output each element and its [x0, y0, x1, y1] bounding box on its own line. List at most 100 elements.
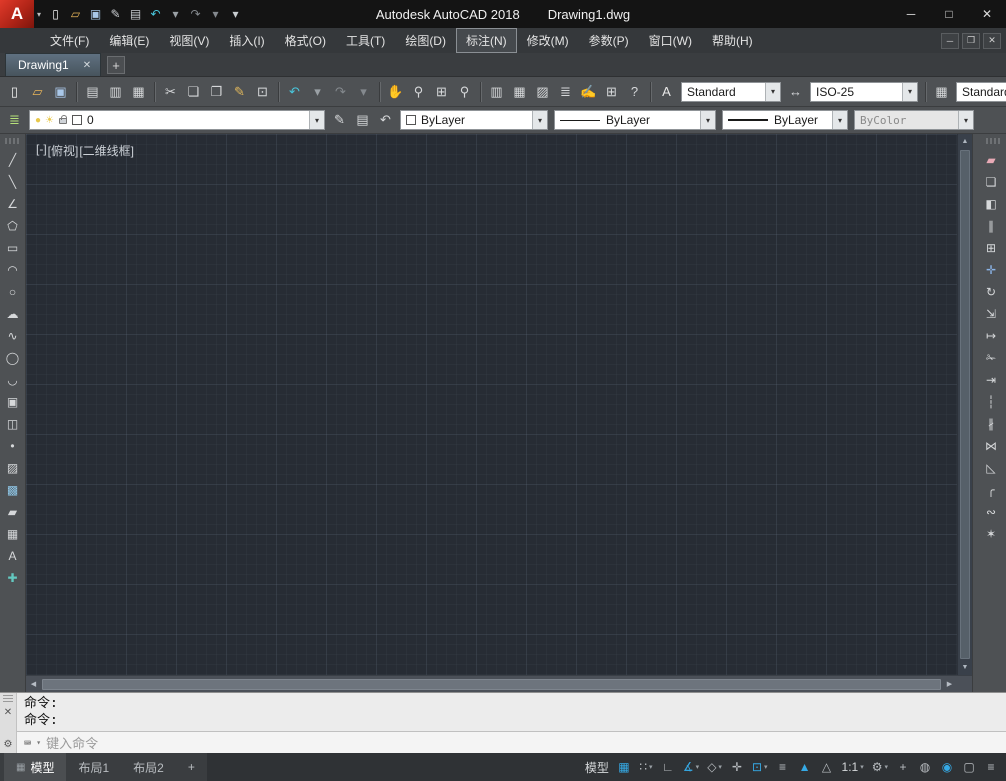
scroll-left-button[interactable]: ◀ [26, 676, 41, 692]
layout1-tab[interactable]: 布局1 [66, 753, 121, 781]
isometric-drafting-button[interactable]: ◇▾ [704, 756, 725, 778]
object-snap-tracking-button[interactable]: ✛ [727, 756, 747, 778]
minimize-button[interactable]: ─ [892, 0, 930, 28]
horizontal-scroll-thumb[interactable] [42, 679, 941, 690]
open-button[interactable]: ▱ [66, 3, 85, 25]
scale-button[interactable]: ⇲ [980, 304, 1002, 324]
plot-button[interactable]: ▤ [126, 3, 145, 25]
zoom-realtime-button[interactable]: ⚲ [407, 80, 430, 104]
scroll-down-button[interactable]: ▼ [958, 660, 972, 675]
menu-view[interactable]: 视图(V) [159, 28, 219, 53]
break-at-point-button[interactable]: ┆ [980, 392, 1002, 412]
maximize-button[interactable]: □ [930, 0, 968, 28]
dim-style-combo[interactable]: ISO-25 ▾ [810, 82, 918, 102]
zoom-previous-button[interactable]: ⚲ [453, 80, 476, 104]
vertical-scrollbar[interactable]: ▲ ▼ [957, 134, 972, 675]
object-snap-button[interactable]: ⊡▾ [749, 756, 771, 778]
horizontal-scrollbar[interactable]: ◀ ▶ [26, 675, 957, 692]
scroll-right-button[interactable]: ▶ [942, 676, 957, 692]
copy-object-button[interactable]: ❏ [980, 172, 1002, 192]
new-layout-button[interactable]: + [176, 753, 207, 781]
make-object-layer-current-button[interactable]: ✎ [328, 108, 351, 132]
break-button[interactable]: ∦ [980, 414, 1002, 434]
text-style-combo[interactable]: Standard ▾ [681, 82, 781, 102]
hatch-button[interactable]: ▨ [2, 458, 24, 478]
menu-parametric[interactable]: 参数(P) [579, 28, 639, 53]
menu-format[interactable]: 格式(O) [275, 28, 336, 53]
polygon-button[interactable]: ⬠ [2, 216, 24, 236]
qat-menu-button[interactable]: ▾ [226, 3, 245, 25]
viewport-view-control[interactable]: [俯视] [48, 142, 79, 159]
rotate-button[interactable]: ↻ [980, 282, 1002, 302]
copy-button[interactable]: ❏ [182, 80, 205, 104]
region-button[interactable]: ▰ [2, 502, 24, 522]
rectangle-button[interactable]: ▭ [2, 238, 24, 258]
color-combo-caret-icon[interactable]: ▾ [532, 111, 547, 129]
mirror-button[interactable]: ◧ [980, 194, 1002, 214]
drawing-canvas[interactable]: [-] [俯视] [二维线框] [26, 134, 957, 675]
dim-style-button[interactable]: ↔ [784, 80, 807, 104]
layout2-tab[interactable]: 布局2 [121, 753, 176, 781]
match-properties-button[interactable]: ✎ [228, 80, 251, 104]
lineweight-display-button[interactable]: ≡ [773, 756, 793, 778]
dim-style-combo-caret-icon[interactable]: ▾ [902, 83, 917, 101]
multiline-text-button[interactable]: A [2, 546, 24, 566]
explode-button[interactable]: ✶ [980, 524, 1002, 544]
zoom-window-button[interactable]: ⊞ [430, 80, 453, 104]
table-style-button[interactable]: ▦ [930, 80, 953, 104]
help-button[interactable]: ? [623, 80, 646, 104]
application-menu-caret-icon[interactable]: ▾ [37, 10, 41, 19]
redo-toolbar-button[interactable]: ↷ [329, 80, 352, 104]
close-button[interactable]: ✕ [968, 0, 1006, 28]
redo-dropdown[interactable]: ▾ [206, 3, 225, 25]
circle-button[interactable]: ○ [2, 282, 24, 302]
status-model-button[interactable]: 模型 [582, 756, 612, 778]
linetype-combo[interactable]: ByLayer ▾ [554, 110, 716, 130]
join-button[interactable]: ⋈ [980, 436, 1002, 456]
array-button[interactable]: ⊞ [980, 238, 1002, 258]
paste-button[interactable]: ❐ [205, 80, 228, 104]
viewport-visual-style-control[interactable]: [二维线框] [79, 142, 134, 159]
menu-dimension[interactable]: 标注(N) [456, 28, 517, 53]
annotation-monitor-button[interactable]: + [893, 756, 913, 778]
chamfer-button[interactable]: ◺ [980, 458, 1002, 478]
scroll-up-button[interactable]: ▲ [958, 134, 972, 149]
menu-window[interactable]: 窗口(W) [639, 28, 702, 53]
command-close-button[interactable]: ✕ [4, 707, 12, 718]
blend-curves-button[interactable]: ∾ [980, 502, 1002, 522]
construction-line-button[interactable]: ╲ [2, 172, 24, 192]
command-customize-button[interactable]: ⚙ [4, 739, 13, 750]
menu-file[interactable]: 文件(F) [40, 28, 99, 53]
workspace-switching-button[interactable]: ⚙▾ [869, 756, 891, 778]
tab-close-icon[interactable]: ✕ [83, 60, 91, 71]
table-button[interactable]: ▦ [2, 524, 24, 544]
qsave-button[interactable]: ▣ [86, 3, 105, 25]
doc-restore-button[interactable]: ❐ [962, 33, 980, 49]
annotation-scale-button[interactable]: 1:1▾ [839, 756, 867, 778]
autoscale-button[interactable]: △ [817, 756, 837, 778]
text-style-button[interactable]: A [655, 80, 678, 104]
lineweight-combo[interactable]: ByLayer ▾ [722, 110, 848, 130]
menu-edit[interactable]: 编辑(E) [99, 28, 159, 53]
create-block-button[interactable]: ◫ [2, 414, 24, 434]
isolate-objects-button[interactable]: ◍ [915, 756, 935, 778]
properties-button[interactable]: ▥ [485, 80, 508, 104]
annotation-visibility-button[interactable]: ▲ [795, 756, 815, 778]
vertical-scroll-thumb[interactable] [960, 150, 970, 659]
offset-button[interactable]: ∥ [980, 216, 1002, 236]
doc-minimize-button[interactable]: ─ [941, 33, 959, 49]
menu-modify[interactable]: 修改(M) [517, 28, 579, 53]
block-editor-button[interactable]: ⊡ [251, 80, 274, 104]
quickcalc-button[interactable]: ⊞ [600, 80, 623, 104]
sheet-set-manager-button[interactable]: ≣ [554, 80, 577, 104]
undo-button[interactable]: ↶ [146, 3, 165, 25]
menu-draw[interactable]: 绘图(D) [395, 28, 456, 53]
line-button[interactable]: ╱ [2, 150, 24, 170]
model-tab[interactable]: ▦模型 [4, 753, 66, 781]
stretch-button[interactable]: ↦ [980, 326, 1002, 346]
open-toolbar-button[interactable]: ▱ [26, 80, 49, 104]
menu-tools[interactable]: 工具(T) [336, 28, 395, 53]
menu-insert[interactable]: 插入(I) [219, 28, 274, 53]
arc-button[interactable]: ◠ [2, 260, 24, 280]
save-as-button[interactable]: ✎ [106, 3, 125, 25]
